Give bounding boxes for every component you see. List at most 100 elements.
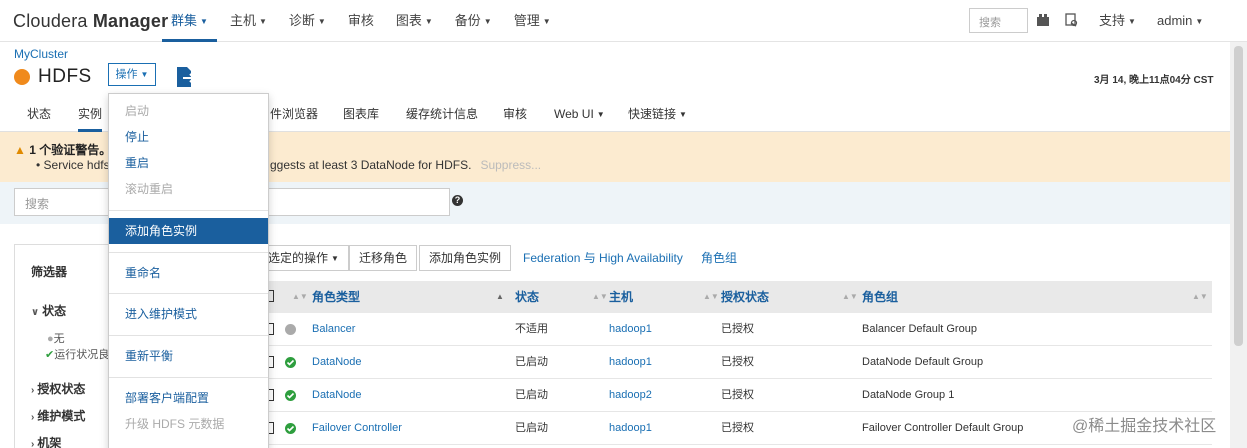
host-link[interactable]: hadoop2	[609, 379, 652, 412]
tab-file-browser[interactable]: 件浏览器	[270, 96, 318, 132]
caret-down-icon: ▼	[317, 16, 326, 26]
table-row[interactable]: Balancer 不适用 hadoop1 已授权 Balancer Defaul…	[262, 313, 1212, 346]
caret-down-icon: ▼	[424, 16, 433, 26]
table-row[interactable]: Failover Controller 已启动 hadoop1 已授权 Fail…	[262, 412, 1212, 445]
role-group: Failover Controller Default Group	[862, 422, 1024, 434]
host-link[interactable]: hadoop1	[609, 346, 652, 379]
role-link[interactable]: Failover Controller	[312, 412, 402, 445]
role-search-input-tail[interactable]	[267, 188, 450, 216]
menu-item-add-role-instances[interactable]: 添加角色实例	[109, 218, 268, 244]
table-row[interactable]: DataNode 已启动 hadoop2 已授权 DataNode Group …	[262, 379, 1212, 412]
page-scrollbar[interactable]	[1230, 42, 1247, 448]
help-icon[interactable]: ?	[452, 195, 463, 206]
tab-web-ui[interactable]: Web UI ▼	[554, 96, 605, 132]
actions-dropdown-menu: 启动 停止 重启 滚动重启 添加角色实例 重命名 进入维护模式 重新平衡 部署客…	[108, 93, 269, 448]
filter-option-good-health[interactable]: ✔运行状况良	[45, 346, 109, 362]
brand-logo[interactable]: Cloudera Manager	[13, 11, 168, 32]
parcel-icon[interactable]	[1036, 13, 1050, 27]
main-nav: 群集 ▼ 主机 ▼ 诊断 ▼ 审核 图表 ▼ 备份 ▼ 管理 ▼	[160, 0, 562, 42]
header-status[interactable]: 状态	[515, 281, 539, 313]
status-green-check-icon	[285, 423, 296, 434]
chevron-right-icon: ›	[31, 385, 35, 396]
tasks-icon[interactable]	[1064, 13, 1078, 27]
nav-clusters[interactable]: 群集 ▼	[160, 0, 219, 42]
caret-down-icon: ▼	[679, 109, 687, 119]
role-state: 不适用	[515, 323, 548, 335]
role-state: 已启动	[515, 422, 548, 434]
support-menu[interactable]: 支持 ▼	[1099, 0, 1136, 42]
service-status-icon	[14, 69, 30, 85]
filter-section-auth[interactable]: › 授权状态	[31, 380, 85, 397]
federation-ha-link[interactable]: Federation 与 High Availability	[523, 245, 683, 271]
header-auth-status[interactable]: 授权状态	[721, 281, 769, 313]
menu-divider	[109, 252, 268, 253]
host-link[interactable]: hadoop1	[609, 313, 652, 346]
filter-section-status[interactable]: ∨ 状态	[31, 302, 66, 319]
sort-icon[interactable]: ▲▼	[703, 281, 719, 313]
nav-hosts[interactable]: 主机 ▼	[219, 0, 278, 42]
cluster-breadcrumb[interactable]: MyCluster	[14, 47, 68, 61]
nav-backup[interactable]: 备份 ▼	[444, 0, 503, 42]
selected-actions-button[interactable]: 选定的操作 ▼	[262, 245, 349, 271]
menu-item-enter-maintenance[interactable]: 进入维护模式	[109, 301, 268, 327]
header-role-type[interactable]: 角色类型	[312, 281, 360, 313]
tab-quick-links[interactable]: 快速链接 ▼	[628, 96, 687, 132]
nav-audits[interactable]: 审核	[337, 0, 385, 42]
actions-dropdown-button[interactable]: 操作 ▼	[108, 63, 156, 86]
role-link[interactable]: DataNode	[312, 346, 362, 379]
header-role-group[interactable]: 角色组	[862, 281, 898, 313]
nav-charts[interactable]: 图表 ▼	[385, 0, 444, 42]
role-group: DataNode Group 1	[862, 389, 955, 401]
header-host[interactable]: 主机	[609, 281, 633, 313]
menu-item-deploy-client-config[interactable]: 部署客户端配置	[109, 385, 268, 411]
menu-item-stop[interactable]: 停止	[109, 124, 268, 150]
gray-dot-icon: ●	[47, 333, 54, 345]
caret-down-icon: ▼	[258, 16, 267, 26]
sort-asc-icon[interactable]: ▲	[496, 281, 504, 313]
warning-message-end: ggests at least 3 DataNode for HDFS. Supp…	[270, 158, 542, 172]
nav-admin[interactable]: 管理 ▼	[503, 0, 562, 42]
filter-option-none[interactable]: ●无	[47, 330, 65, 346]
sort-icon[interactable]: ▲▼	[842, 281, 858, 313]
role-link[interactable]: DataNode	[312, 379, 362, 412]
status-green-check-icon	[285, 357, 296, 368]
menu-item-upgrade-hdfs-metadata: 升级 HDFS 元数据	[125, 417, 225, 431]
role-link[interactable]: Balancer	[312, 313, 355, 346]
filter-section-rack[interactable]: › 机架	[31, 434, 61, 448]
filters-title: 筛选器	[31, 265, 68, 279]
auth-status: 已授权	[721, 389, 754, 401]
tab-cache-stats[interactable]: 缓存统计信息	[406, 96, 478, 132]
suppress-link[interactable]: Suppress...	[480, 158, 541, 172]
add-role-instances-button[interactable]: 添加角色实例	[419, 245, 512, 271]
status-green-check-icon	[285, 390, 296, 401]
top-navbar: Cloudera Manager 群集 ▼ 主机 ▼ 诊断 ▼ 审核 图表 ▼ 备份 ▼ …	[0, 0, 1247, 42]
chevron-right-icon: ›	[31, 412, 35, 423]
status-gray-circle-icon	[285, 324, 296, 335]
caret-down-icon: ▼	[1195, 16, 1204, 26]
table-row[interactable]: DataNode 已启动 hadoop1 已授权 DataNode Defaul…	[262, 346, 1212, 379]
menu-divider	[109, 210, 268, 211]
sort-icon[interactable]: ▲▼	[292, 281, 308, 313]
sort-icon[interactable]: ▲▼	[592, 281, 608, 313]
migrate-roles-button[interactable]: 迁移角色	[349, 245, 418, 271]
menu-item-rebalance[interactable]: 重新平衡	[109, 343, 268, 369]
menu-item-start: 启动	[125, 104, 150, 118]
nav-diagnostics[interactable]: 诊断 ▼	[278, 0, 337, 42]
user-menu[interactable]: admin ▼	[1157, 0, 1203, 42]
menu-item-restart[interactable]: 重启	[109, 150, 268, 176]
tab-instances[interactable]: 实例	[78, 96, 103, 132]
top-search-input[interactable]: 搜索	[969, 8, 1028, 33]
scrollbar-thumb[interactable]	[1234, 46, 1243, 346]
warning-message-start: • Service hdfs	[36, 158, 110, 172]
menu-item-rename[interactable]: 重命名	[109, 260, 268, 286]
export-document-icon[interactable]	[174, 66, 196, 88]
filter-section-maintenance[interactable]: › 维护模式	[31, 407, 85, 424]
tab-audits[interactable]: 审核	[503, 96, 527, 132]
sort-icon[interactable]: ▲▼	[1192, 281, 1208, 313]
menu-divider	[109, 335, 268, 336]
tab-status[interactable]: 状态	[27, 96, 51, 132]
role-groups-link[interactable]: 角色组	[701, 245, 737, 271]
host-link[interactable]: hadoop1	[609, 412, 652, 445]
tab-chart-library[interactable]: 图表库	[343, 96, 379, 132]
role-search-input[interactable]: 搜索	[14, 188, 110, 216]
